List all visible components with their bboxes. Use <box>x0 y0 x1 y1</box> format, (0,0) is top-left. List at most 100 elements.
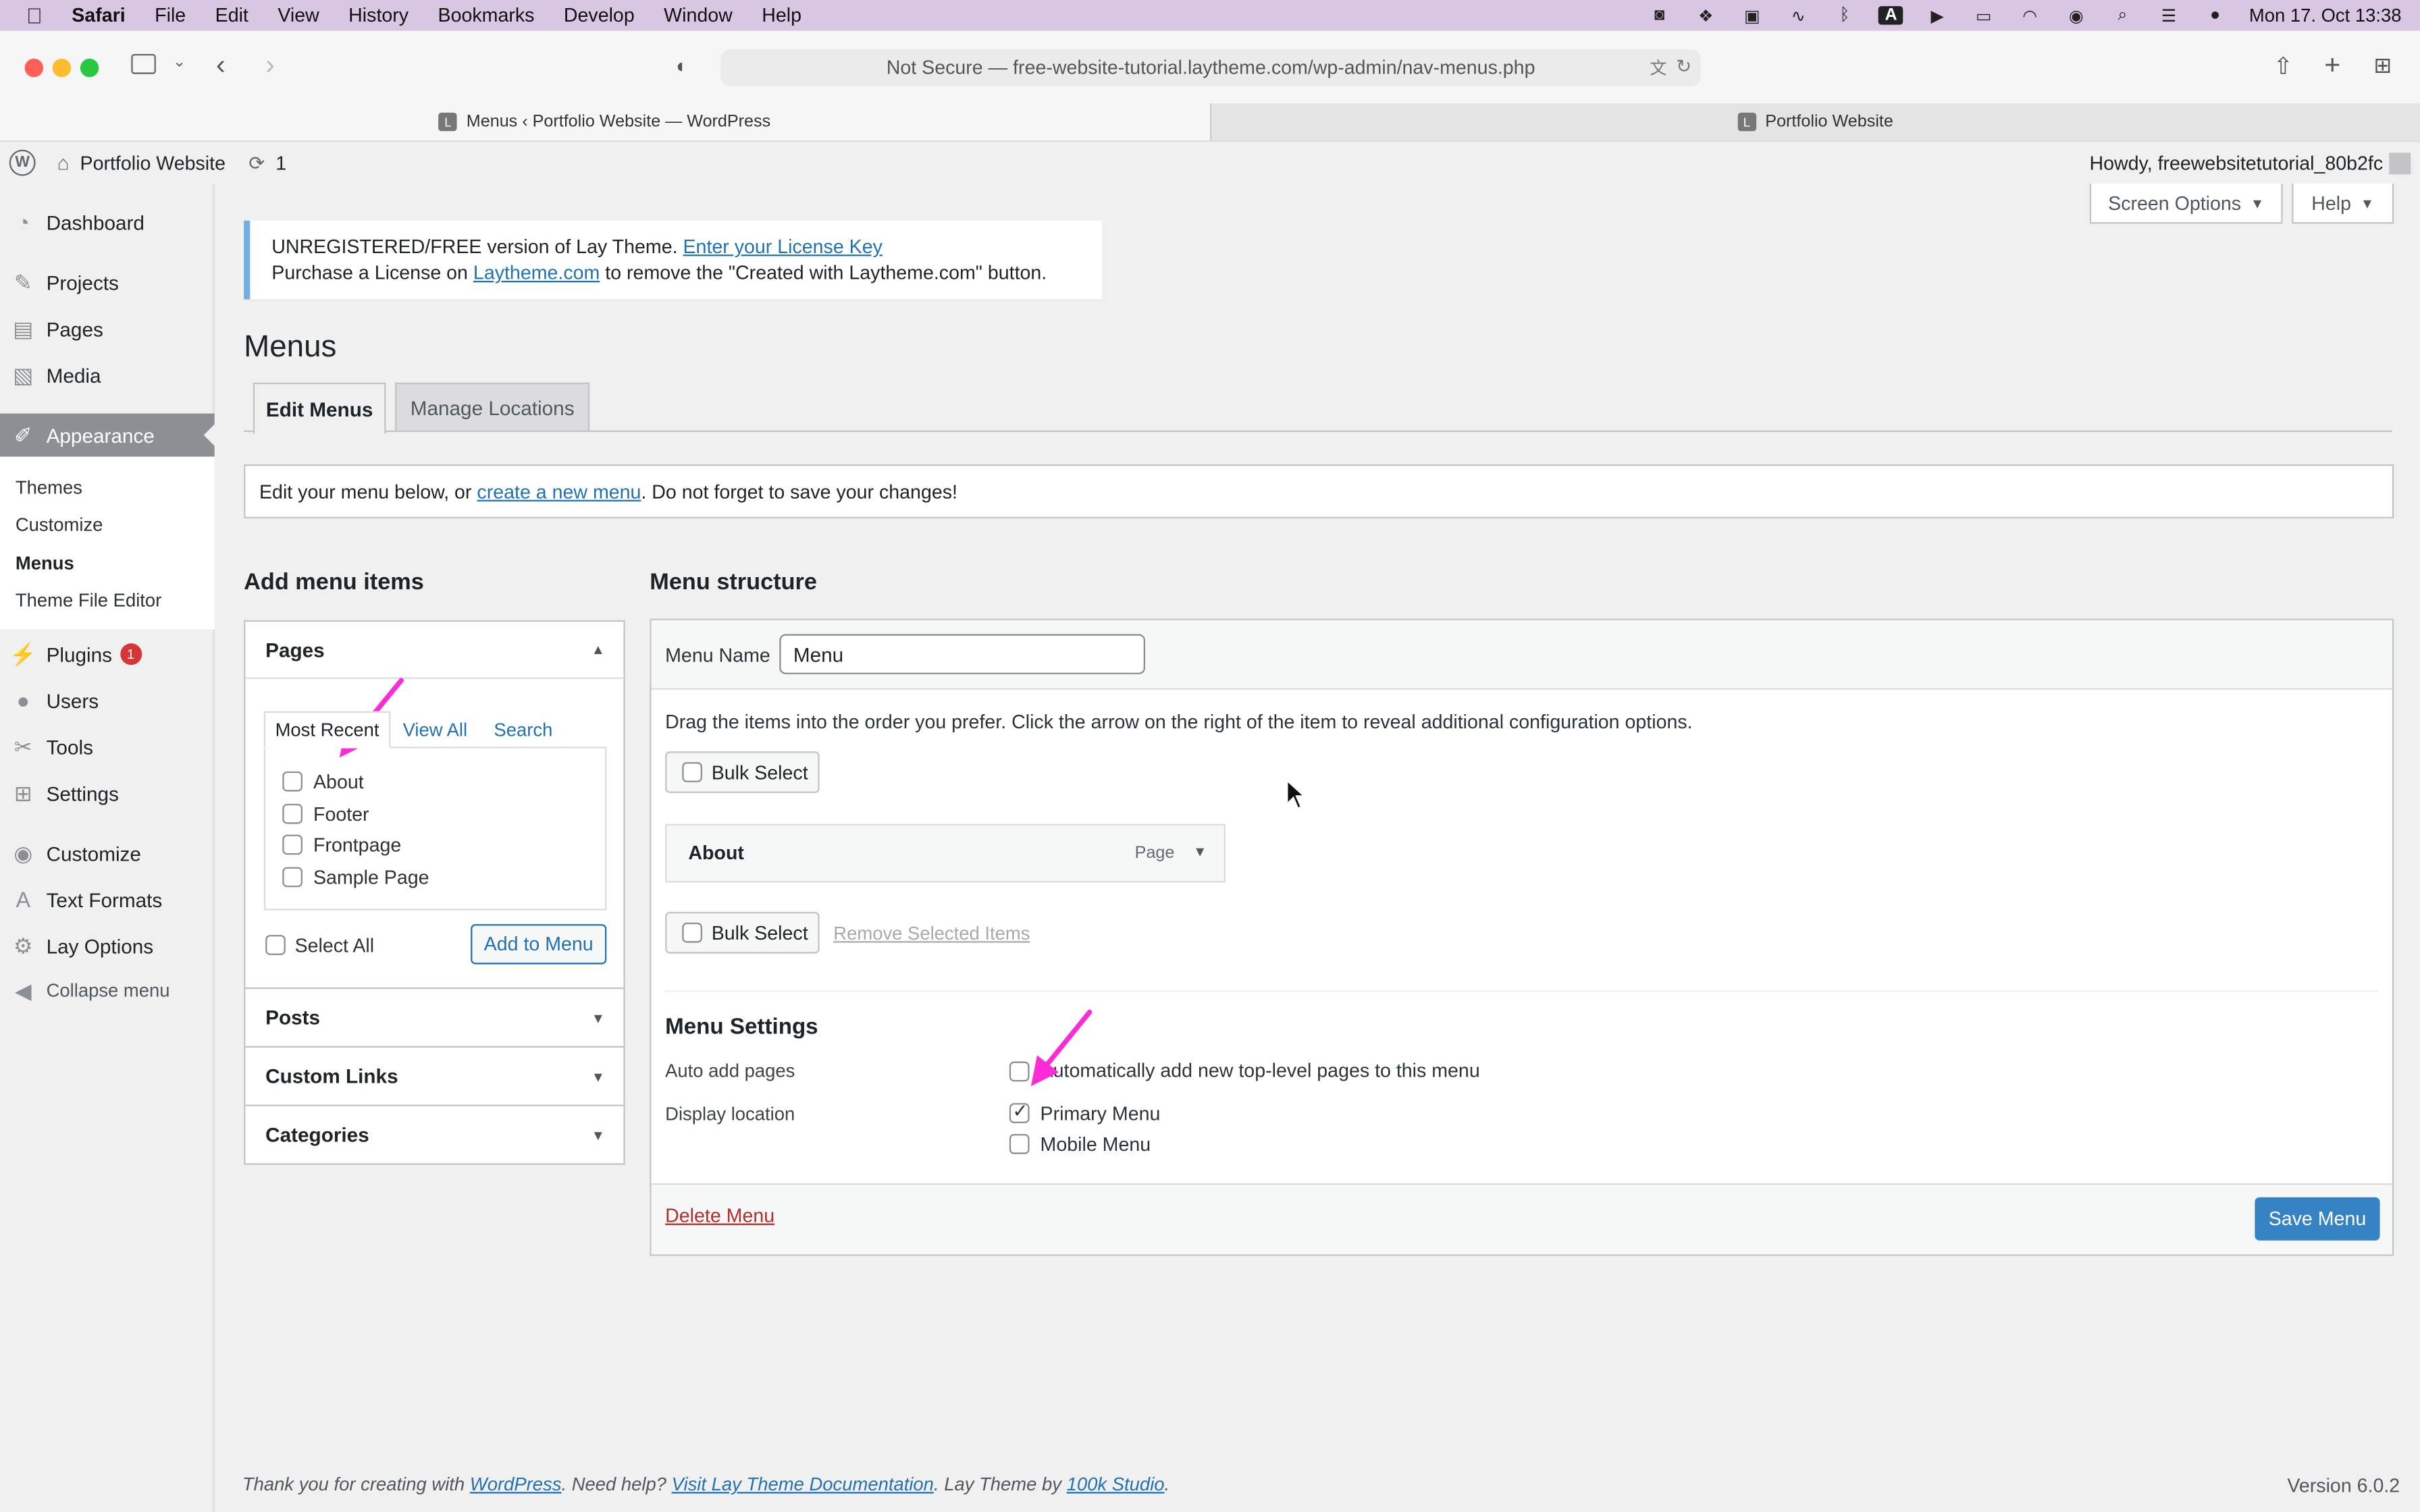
tab-edit-menus[interactable]: Edit Menus <box>253 382 386 434</box>
updates-count[interactable]: 1 <box>275 152 286 173</box>
user-icon[interactable]: ◉ <box>2064 6 2089 25</box>
screen-record-icon[interactable]: ◙ <box>1647 6 1672 24</box>
help-button[interactable]: Help ▼ <box>2292 183 2394 224</box>
chevron-down-icon[interactable]: ⌄ <box>173 54 186 71</box>
sidebar-item-media[interactable]: ▧ Media <box>0 358 215 392</box>
menubar-history[interactable]: History <box>348 5 409 26</box>
translate-icon[interactable]: 文 <box>1650 55 1666 80</box>
select-all-checkbox[interactable] <box>265 935 286 955</box>
submenu-customize[interactable]: Customize <box>16 514 103 535</box>
save-menu-button[interactable]: Save Menu <box>2255 1197 2380 1241</box>
howdy-user[interactable]: Howdy, freewebsitetutorial_80b2fc <box>2089 152 2383 173</box>
siri-icon[interactable]: ● <box>2203 6 2228 24</box>
sidebar-item-customize[interactable]: ◉ Customize <box>0 836 215 870</box>
share-icon[interactable]: ⇧ <box>2273 53 2293 80</box>
window-close-button[interactable] <box>24 58 43 78</box>
bluetooth-icon[interactable]: ᛒ <box>1833 6 1858 24</box>
sidebar-item-projects[interactable]: ✎ Projects <box>0 265 215 299</box>
bulk-select-bottom[interactable]: Bulk Select <box>665 911 820 954</box>
page-checkbox-about[interactable] <box>282 771 302 792</box>
menubar-bookmarks[interactable]: Bookmarks <box>438 5 535 26</box>
privacy-shield-icon[interactable]: ◐ <box>676 54 688 77</box>
sidebar-item-text-formats[interactable]: A Text Formats <box>0 882 215 916</box>
menubar-app-name[interactable]: Safari <box>72 5 125 26</box>
menubar-file[interactable]: File <box>155 5 186 26</box>
play-icon[interactable]: ▶ <box>1925 6 1950 25</box>
home-icon[interactable]: ⌂ <box>57 151 70 174</box>
sidebar-toggle-icon[interactable] <box>131 53 156 74</box>
sidebar-item-users[interactable]: ● Users <box>0 684 215 718</box>
menubar-develop[interactable]: Develop <box>564 5 635 26</box>
submenu-themes[interactable]: Themes <box>16 477 82 498</box>
menu-name-input[interactable]: Menu <box>779 634 1145 674</box>
menubar-window[interactable]: Window <box>664 5 733 26</box>
primary-menu-checkbox[interactable] <box>1009 1100 1030 1123</box>
spotlight-search-icon[interactable]: ⌕ <box>2110 5 2135 24</box>
avatar[interactable] <box>2389 152 2411 174</box>
studio-link[interactable]: 100k Studio <box>1067 1474 1165 1495</box>
sidebar-item-dashboard[interactable]: ◔ Dashboard <box>0 205 215 239</box>
sidebar-item-lay-options[interactable]: ⚙ Lay Options <box>0 929 215 963</box>
address-bar[interactable]: Not Secure — free-website-tutorial.layth… <box>720 49 1701 86</box>
lay-docs-link[interactable]: Visit Lay Theme Documentation <box>672 1474 934 1495</box>
mobile-menu-checkbox[interactable] <box>1009 1133 1030 1154</box>
custom-links-accordion[interactable]: Custom Links ▼ <box>244 1046 625 1106</box>
menubar-view[interactable]: View <box>278 5 319 26</box>
menu-item-toggle-icon[interactable]: ▼ <box>1193 844 1207 859</box>
forward-icon[interactable]: › <box>265 49 275 82</box>
screen-options-button[interactable]: Screen Options ▼ <box>2089 183 2283 224</box>
bulk-select-checkbox[interactable] <box>682 922 702 943</box>
sidebar-item-settings[interactable]: ⊞ Settings <box>0 776 215 810</box>
admin-bar-site-name[interactable]: Portfolio Website <box>80 152 226 173</box>
window-zoom-button[interactable] <box>80 58 99 78</box>
bulk-select-checkbox[interactable] <box>682 762 702 782</box>
back-icon[interactable]: ‹ <box>216 49 226 82</box>
window-minimize-button[interactable] <box>52 58 72 78</box>
new-tab-icon[interactable]: + <box>2324 49 2340 82</box>
dropbox-icon[interactable]: ❖ <box>1693 6 1718 25</box>
remove-selected-items-link[interactable]: Remove Selected Items <box>833 923 1030 944</box>
apple-icon[interactable]:  <box>26 3 43 28</box>
app-status-icon[interactable]: ▣ <box>1740 6 1765 25</box>
tab-search[interactable]: Search <box>494 719 552 740</box>
wordpress-logo-icon[interactable]: W <box>9 149 36 176</box>
add-to-menu-button[interactable]: Add to Menu <box>471 924 607 965</box>
page-checkbox-sample-page[interactable] <box>282 867 302 888</box>
menu-item-about[interactable]: About Page ▼ <box>665 824 1226 883</box>
license-key-link[interactable]: Enter your License Key <box>683 236 882 258</box>
battery-icon[interactable]: ▭ <box>1971 6 1996 25</box>
menubar-help[interactable]: Help <box>762 5 801 26</box>
create-new-menu-link[interactable]: create a new menu <box>477 481 641 503</box>
pages-accordion-header[interactable]: Pages ▲ <box>245 622 624 679</box>
bulk-select-top[interactable]: Bulk Select <box>665 751 820 793</box>
laytheme-link[interactable]: Laytheme.com <box>473 263 600 284</box>
tab-view-all[interactable]: View All <box>403 719 468 740</box>
categories-accordion[interactable]: Categories ▼ <box>244 1104 625 1165</box>
tab-manage-locations[interactable]: Manage Locations <box>395 382 590 432</box>
sidebar-item-tools[interactable]: ✂ Tools <box>0 730 215 763</box>
tab-wp-menus[interactable]: L Menus ‹ Portfolio Website — WordPress <box>0 103 1209 140</box>
notice-text: . Do not forget to save your changes! <box>641 481 957 504</box>
page-checkbox-frontpage[interactable] <box>282 834 302 855</box>
updates-icon[interactable]: ⟳ <box>248 151 265 174</box>
page-checkbox-footer[interactable] <box>282 803 302 824</box>
submenu-menus[interactable]: Menus <box>16 552 74 574</box>
sidebar-item-appearance[interactable]: ✐ Appearance <box>0 413 216 457</box>
delete-menu-link[interactable]: Delete Menu <box>665 1205 774 1226</box>
wordpress-link[interactable]: WordPress <box>470 1474 562 1495</box>
sidebar-item-plugins[interactable]: ⚡ Plugins 1 <box>0 637 215 671</box>
posts-accordion[interactable]: Posts ▼ <box>244 987 625 1048</box>
signature-icon[interactable]: ∿ <box>1786 6 1811 25</box>
wifi-icon[interactable]: ◠ <box>2018 6 2043 25</box>
reload-icon[interactable]: ↻ <box>1676 55 1691 77</box>
menubar-edit[interactable]: Edit <box>215 5 248 26</box>
sidebar-collapse-menu[interactable]: ◀ Collapse menu <box>0 973 215 1007</box>
submenu-theme-file-editor[interactable]: Theme File Editor <box>16 589 161 611</box>
keyboard-input-icon[interactable]: A <box>1878 6 1903 25</box>
tab-most-recent[interactable]: Most Recent <box>263 711 391 749</box>
tab-overview-icon[interactable]: ⊞ <box>2373 53 2392 79</box>
control-center-icon[interactable]: ☰ <box>2157 6 2182 25</box>
tab-portfolio-website[interactable]: L Portfolio Website <box>1209 103 2420 140</box>
menubar-clock[interactable]: Mon 17. Oct 13:38 <box>2249 5 2402 26</box>
sidebar-item-pages[interactable]: ▤ Pages <box>0 312 215 346</box>
